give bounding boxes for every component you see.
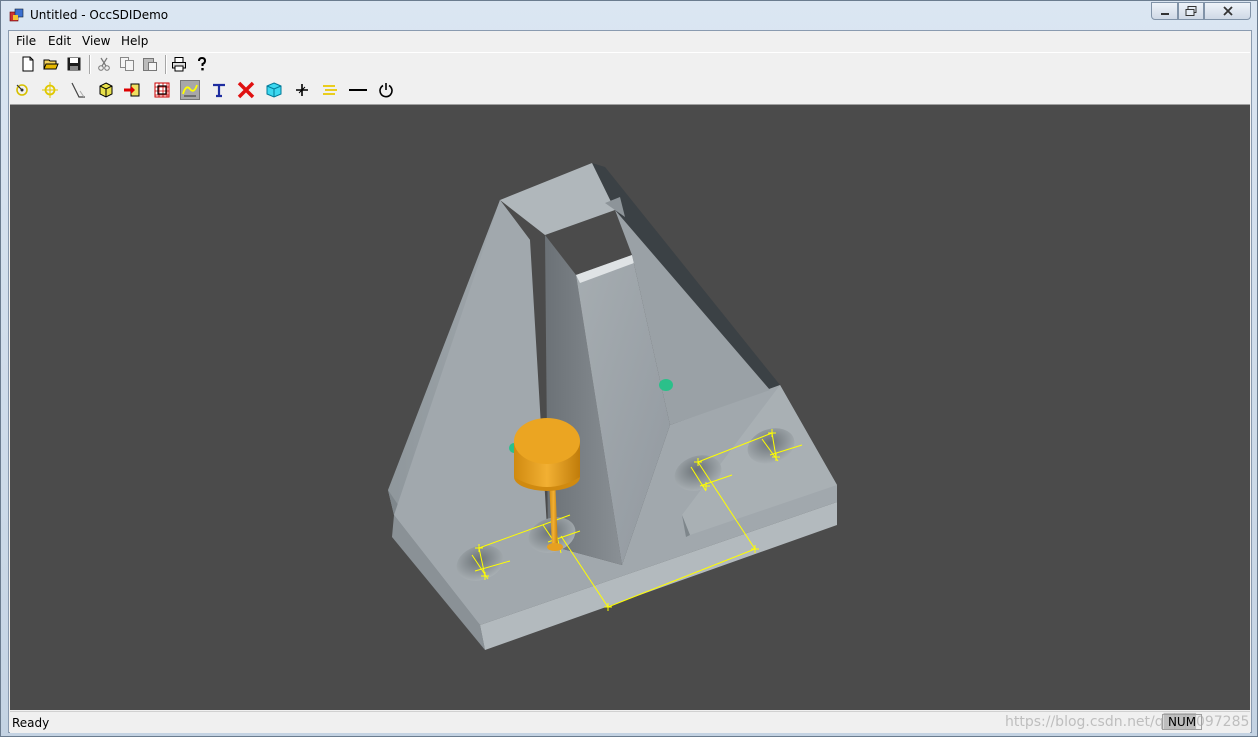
line-icon: [349, 89, 367, 91]
menu-file[interactable]: File: [16, 34, 36, 48]
restore-icon: [1185, 6, 1197, 16]
pan-button[interactable]: [40, 80, 60, 100]
box-icon: [99, 82, 113, 98]
about-button[interactable]: [192, 54, 212, 74]
menu-edit[interactable]: Edit: [48, 34, 71, 48]
watermark-text: https://blog.csdn.net/q███097285: [1005, 714, 1250, 730]
toolbar-separator: [89, 55, 91, 74]
status-bar: Ready https://blog.csdn.net/q███097285 N…: [10, 711, 1250, 733]
lines-button[interactable]: [320, 80, 340, 100]
maximize-button[interactable]: [1178, 2, 1204, 20]
copy-icon: [120, 57, 134, 71]
status-text: Ready: [12, 716, 50, 730]
mesh-icon: [154, 82, 170, 98]
select-edge-icon: [71, 82, 85, 98]
print-button[interactable]: [169, 54, 189, 74]
close-button[interactable]: [1204, 2, 1251, 20]
minimize-button[interactable]: [1151, 2, 1178, 20]
paste-icon: [143, 58, 157, 71]
paste-button[interactable]: [140, 54, 160, 74]
path-icon: [182, 84, 198, 97]
axis-icon: [296, 84, 308, 96]
axis-button[interactable]: [292, 80, 312, 100]
help-icon: [198, 56, 207, 71]
line-button[interactable]: [348, 80, 368, 100]
new-button[interactable]: [18, 54, 38, 74]
app-icon: [9, 7, 25, 23]
cut-icon: [98, 57, 110, 71]
lines-icon: [323, 85, 337, 95]
box-button[interactable]: [96, 80, 116, 100]
toolbar-separator: [165, 55, 167, 74]
power-button[interactable]: [376, 80, 396, 100]
print-icon: [172, 57, 186, 72]
pan-icon: [42, 82, 58, 98]
cube-button[interactable]: [264, 80, 284, 100]
path-button[interactable]: [180, 80, 200, 100]
menu-view[interactable]: View: [82, 34, 110, 48]
save-button[interactable]: [64, 54, 84, 74]
select-edge-button[interactable]: [68, 80, 88, 100]
text-icon: [213, 83, 225, 98]
delete-icon: [237, 81, 255, 99]
green-marker: [659, 379, 673, 391]
cut-button[interactable]: [94, 54, 114, 74]
num-lock-indicator: NUM: [1162, 714, 1202, 730]
menu-help[interactable]: Help: [121, 34, 148, 48]
cube-icon: [266, 82, 282, 98]
close-icon: [1222, 6, 1233, 16]
new-file-icon: [22, 56, 34, 72]
text-button[interactable]: [209, 80, 229, 100]
mesh-button[interactable]: [152, 80, 172, 100]
open-folder-icon: [43, 59, 59, 70]
rotate-button[interactable]: [12, 80, 32, 100]
menu-bar: File Edit View Help: [9, 31, 1251, 51]
delete-button[interactable]: [236, 80, 256, 100]
title-bar[interactable]: Untitled - OccSDIDemo: [1, 1, 1257, 29]
open-button[interactable]: [41, 54, 61, 74]
power-icon: [379, 83, 393, 98]
import-icon: [124, 83, 140, 97]
minimize-icon: [1160, 13, 1169, 15]
client-area: File Edit View Help Ready https://blog.c…: [8, 30, 1252, 733]
rotate-icon: [16, 84, 28, 96]
cad-model: [388, 163, 837, 650]
copy-button[interactable]: [117, 54, 137, 74]
3d-viewport[interactable]: [10, 105, 1250, 710]
save-icon: [67, 57, 81, 71]
window-title: Untitled - OccSDIDemo: [30, 8, 169, 22]
tools-toolbar: [10, 77, 1250, 105]
file-toolbar: [10, 52, 1250, 78]
import-button[interactable]: [122, 80, 142, 100]
application-window: Untitled - OccSDIDemo File Edit View Hel…: [0, 0, 1258, 737]
